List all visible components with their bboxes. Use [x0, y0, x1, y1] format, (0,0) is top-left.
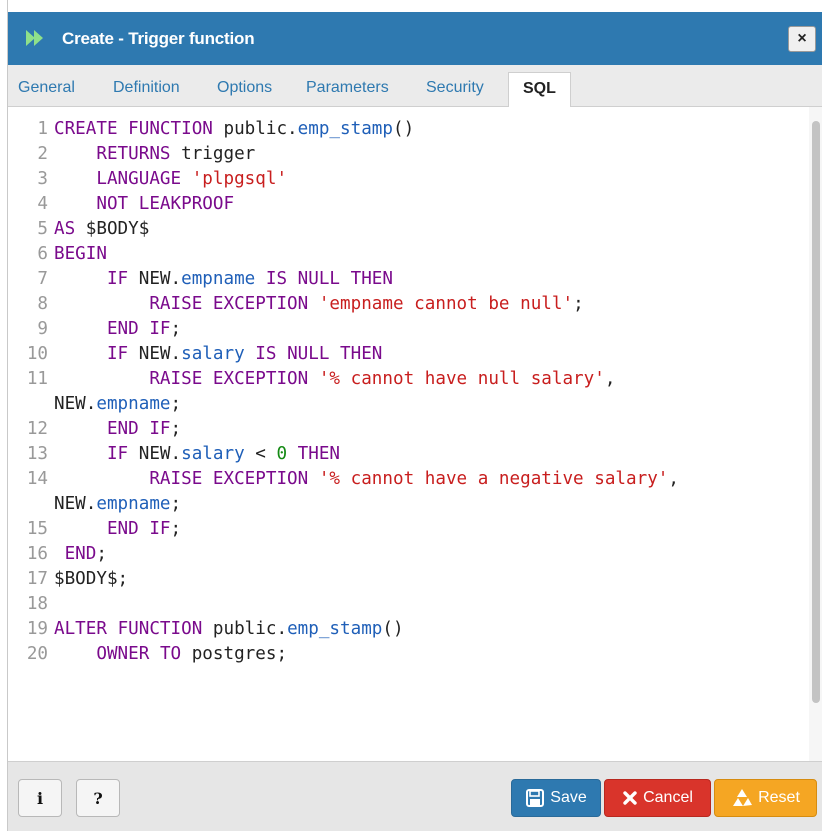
line-number: 8 [37, 294, 48, 314]
code-line: NEW.empname; [54, 394, 182, 414]
recycle-icon [731, 788, 753, 808]
code-line: OWNER TO postgres; [96, 644, 288, 664]
code-line: END IF; [106, 319, 182, 339]
code-line: ALTER FUNCTION public.emp_stamp() [54, 619, 404, 639]
tab-security[interactable]: Security [426, 79, 484, 97]
create-trigger-function-dialog: Create - Trigger function × General Defi… [7, 0, 822, 831]
code-line: RETURNS trigger [96, 144, 256, 164]
line-number: 14 [26, 469, 48, 489]
line-number: 18 [26, 594, 48, 614]
code-line: $BODY$; [54, 569, 129, 589]
dialog-title: Create - Trigger function [62, 29, 255, 48]
tab-general[interactable]: General [18, 79, 75, 97]
code-line: IF NEW.salary IS NULL THEN [106, 344, 383, 364]
close-icon: × [797, 30, 807, 47]
code-line: IF NEW.empname IS NULL THEN [106, 269, 393, 289]
code-line: AS $BODY$ [54, 219, 150, 239]
code-line: RAISE EXCEPTION 'empname cannot be null'… [149, 294, 584, 314]
info-icon: i [36, 788, 44, 808]
line-number: 10 [26, 344, 48, 364]
scrollbar-thumb[interactable] [812, 121, 820, 703]
save-label: Save [550, 789, 587, 806]
line-number: 1 [37, 119, 48, 139]
line-number: 9 [37, 319, 48, 339]
code-line: END; [64, 544, 107, 564]
code-line: NEW.empname; [54, 494, 182, 514]
line-number: 13 [26, 444, 48, 464]
code-line: END IF; [106, 419, 182, 439]
line-number: 4 [37, 194, 48, 214]
line-number: 5 [37, 219, 48, 239]
code-line: BEGIN [54, 244, 107, 264]
code-line: RAISE EXCEPTION '% cannot have a negativ… [149, 469, 679, 489]
help-button[interactable]: ? [76, 779, 120, 817]
line-number: 2 [37, 144, 48, 164]
tab-bar: General Definition Options Parameters Se… [8, 65, 822, 107]
line-number: 15 [26, 519, 48, 539]
line-number: 6 [37, 244, 48, 264]
info-button[interactable]: i [18, 779, 62, 817]
code-line: END IF; [106, 519, 182, 539]
line-number: 17 [26, 569, 48, 589]
line-number: 12 [26, 419, 48, 439]
tab-sql[interactable]: SQL [508, 72, 571, 107]
dialog-footer: i ? Save Cancel Reset [8, 761, 822, 831]
dialog-titlebar[interactable]: Create - Trigger function × [8, 12, 822, 65]
code-line: LANGUAGE 'plpgsql' [96, 169, 288, 189]
save-button[interactable]: Save [511, 779, 601, 817]
code-line: NOT LEAKPROOF [96, 194, 235, 214]
tab-definition[interactable]: Definition [113, 79, 180, 97]
close-button[interactable]: × [788, 26, 816, 52]
line-number: 3 [37, 169, 48, 189]
cancel-button[interactable]: Cancel [604, 779, 711, 817]
code-line: IF NEW.salary < 0 THEN [106, 444, 341, 464]
forward-arrows-icon [24, 27, 48, 49]
cancel-label: Cancel [643, 789, 693, 806]
code-line: CREATE FUNCTION public.emp_stamp() [54, 119, 415, 139]
line-number: 19 [26, 619, 48, 639]
line-number: 16 [26, 544, 48, 564]
code-line: RAISE EXCEPTION '% cannot have null sala… [149, 369, 616, 389]
tab-parameters[interactable]: Parameters [306, 79, 389, 97]
tab-options[interactable]: Options [217, 79, 272, 97]
editor-scrollbar[interactable] [809, 107, 822, 761]
line-number: 7 [37, 269, 48, 289]
line-number: 20 [26, 644, 48, 664]
line-number: 11 [26, 369, 48, 389]
floppy-disk-icon [525, 788, 545, 808]
sql-editor[interactable]: 1 CREATE FUNCTION public.emp_stamp() 2 RET… [8, 107, 822, 761]
help-icon: ? [93, 788, 103, 808]
x-icon [622, 790, 638, 806]
reset-button[interactable]: Reset [714, 779, 817, 817]
reset-label: Reset [758, 789, 800, 806]
